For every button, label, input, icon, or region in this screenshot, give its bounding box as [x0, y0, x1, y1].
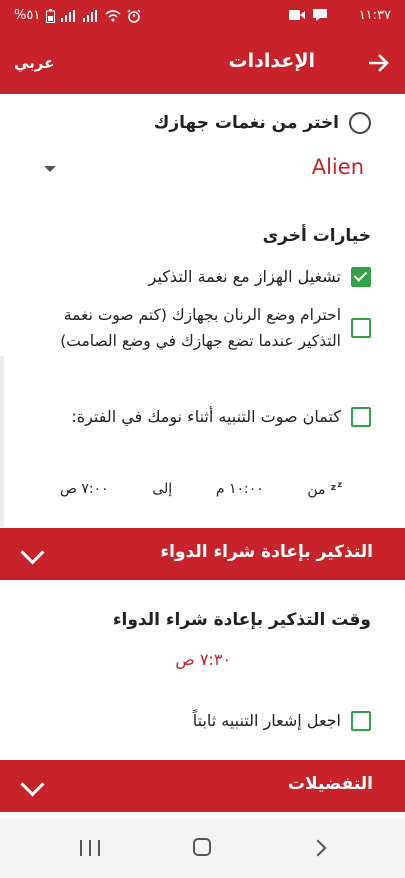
home-icon[interactable] — [193, 838, 211, 856]
message-icon — [313, 9, 327, 21]
mute-sleep-option[interactable]: كتمان صوت التنبيه أثناء نومك في الفترة: — [41, 404, 371, 430]
other-options-title: خيارات أخرى — [262, 226, 371, 246]
vibrate-option[interactable]: تشغيل الهزاز مع نغمة التذكير — [149, 264, 371, 290]
respect-ringer-option[interactable]: احترام وضع الرنان بجهازك (كتم صوت نغمة ا… — [41, 302, 371, 354]
scroll-edge — [0, 356, 4, 526]
sleep-from[interactable]: zzz من — [307, 480, 350, 498]
refill-section-header[interactable]: التذكير بإعادة شراء الدواء — [0, 528, 405, 580]
app-bar: عربي الإعدادات — [0, 34, 405, 94]
status-system-icons: %٥١ — [14, 8, 141, 23]
refill-time-value[interactable]: ٧:٣٠ ص — [175, 650, 231, 669]
preferences-section-title: التفضيلات — [287, 774, 373, 794]
sleep-from-time[interactable]: ١٠:٠٠ م — [216, 481, 264, 497]
signal-icon-2 — [83, 9, 98, 22]
refill-time-title: وقت التذكير بإعادة شراء الدواء — [112, 610, 371, 630]
ringtone-value: Alien — [311, 155, 364, 179]
system-nav-bar — [0, 818, 405, 878]
status-bar: ١١:٣٧ %٥١ — [0, 0, 405, 34]
sleep-to-label: إلى — [152, 481, 173, 497]
chevron-down-icon — [20, 772, 45, 797]
sleep-zzz-icon: zzz — [324, 480, 342, 496]
sleep-period: zzz من ١٠:٠٠ م إلى ٧:٠٠ ص — [60, 480, 350, 498]
persistent-notification-option[interactable]: اجعل إشعار التنبيه ثابتاً — [193, 708, 371, 734]
ringtone-radio[interactable] — [349, 112, 371, 134]
nav-back-icon[interactable] — [309, 839, 327, 857]
preferences-section-header[interactable]: التفضيلات — [0, 760, 405, 812]
status-notification-icons — [289, 9, 327, 21]
vibrate-checkbox[interactable] — [351, 267, 371, 287]
recent-apps-icon[interactable] — [80, 840, 100, 856]
svg-text:z: z — [331, 483, 336, 493]
respect-ringer-label: احترام وضع الرنان بجهازك (كتم صوت نغمة ا… — [60, 306, 341, 350]
svg-text:z: z — [337, 480, 342, 489]
sleep-from-label: من — [307, 482, 326, 498]
alarm-icon — [127, 9, 141, 23]
wifi-icon — [105, 9, 121, 21]
signal-icon — [61, 9, 76, 22]
device-ringtone-option[interactable]: اختر من نغمات جهازك — [154, 112, 371, 134]
dropdown-caret-icon — [44, 166, 56, 172]
persistent-notification-label: اجعل إشعار التنبيه ثابتاً — [192, 711, 341, 730]
persistent-notification-checkbox[interactable] — [351, 711, 371, 731]
chevron-down-icon — [20, 540, 45, 565]
battery-percent: %٥١ — [14, 8, 41, 23]
ringtone-radio-label: اختر من نغمات جهازك — [153, 113, 339, 133]
language-button[interactable]: عربي — [14, 54, 54, 72]
page-title: الإعدادات — [228, 50, 315, 72]
vibrate-label: تشغيل الهزاز مع نغمة التذكير — [148, 267, 341, 286]
respect-ringer-checkbox[interactable] — [351, 318, 371, 338]
mute-sleep-checkbox[interactable] — [351, 407, 371, 427]
refill-section-title: التذكير بإعادة شراء الدواء — [160, 542, 373, 562]
mute-sleep-label: كتمان صوت التنبيه أثناء نومك في الفترة: — [71, 407, 341, 426]
video-icon — [289, 10, 305, 20]
battery-icon — [46, 8, 56, 23]
status-time: ١١:٣٧ — [358, 8, 391, 23]
back-arrow-icon[interactable] — [363, 48, 393, 78]
sleep-to-time[interactable]: ٧:٠٠ ص — [60, 481, 109, 497]
ringtone-dropdown[interactable]: Alien — [44, 152, 364, 188]
